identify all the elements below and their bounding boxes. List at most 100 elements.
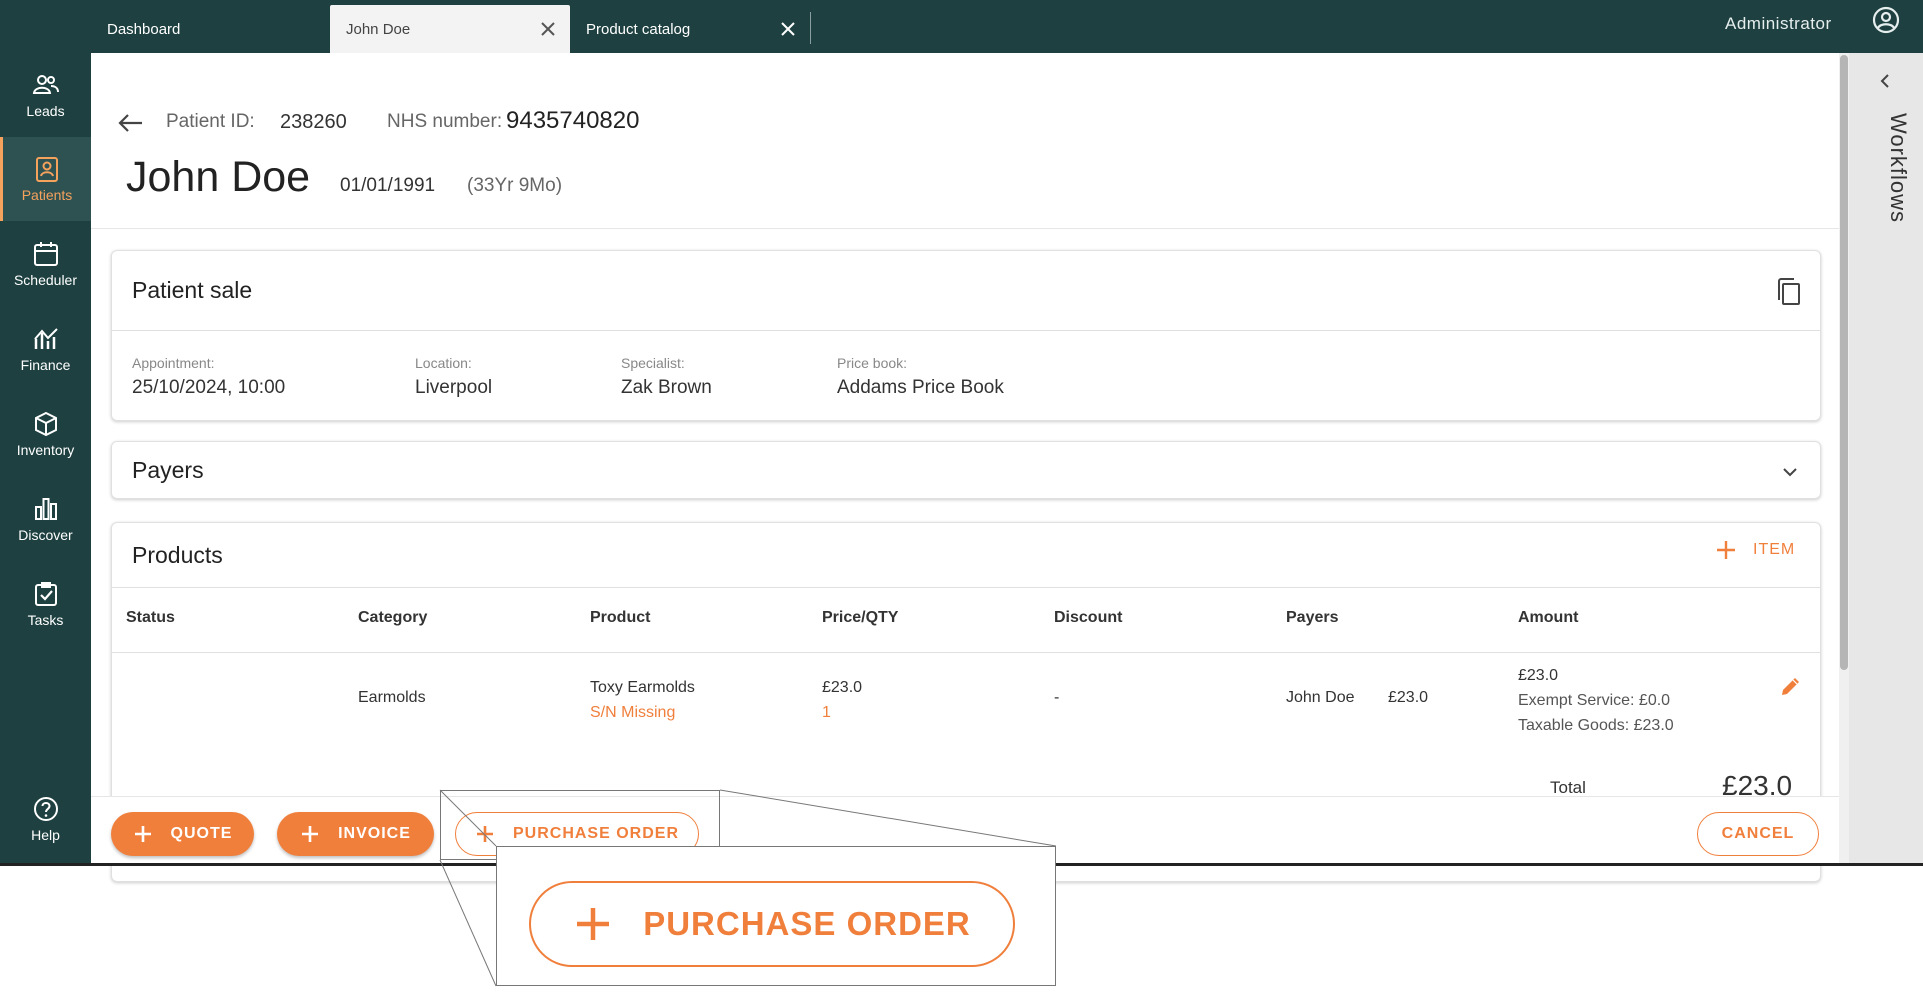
nav-item-leads[interactable]: Leads xyxy=(0,53,91,137)
tab-dashboard[interactable]: Dashboard xyxy=(91,5,330,53)
workflows-panel[interactable]: Workflows xyxy=(1849,53,1923,865)
tab-label: Dashboard xyxy=(107,20,181,38)
patient-id-label: Patient ID: xyxy=(166,111,255,132)
column-header-status: Status xyxy=(126,609,175,626)
bar-chart-icon xyxy=(34,498,57,520)
plus-icon xyxy=(134,826,151,842)
help-icon xyxy=(33,797,58,821)
row-payer: John Doe xyxy=(1286,689,1355,706)
button-label: CANCEL xyxy=(1721,825,1795,842)
nav-label: Patients xyxy=(21,187,73,203)
back-arrow-icon[interactable] xyxy=(116,111,146,135)
patient-dob: 01/01/1991 xyxy=(340,175,436,196)
nav-item-discover[interactable]: Discover xyxy=(0,477,91,561)
chevron-left-icon[interactable] xyxy=(1875,71,1895,91)
row-price: £23.0 xyxy=(822,679,863,696)
plus-icon xyxy=(302,826,319,842)
tab-product-catalog[interactable]: Product catalog xyxy=(570,5,810,53)
user-name: Administrator xyxy=(1725,14,1832,33)
nav-label: Help xyxy=(31,827,60,843)
calendar-icon xyxy=(33,242,58,266)
row-discount: - xyxy=(1054,689,1060,706)
add-item-button[interactable]: ITEM xyxy=(1715,539,1795,561)
scrollbar-thumb[interactable] xyxy=(1840,55,1848,670)
specialist-value: Zak Brown xyxy=(621,377,712,398)
nav-item-help[interactable]: Help xyxy=(0,777,91,861)
patient-age: (33Yr 9Mo) xyxy=(467,175,563,196)
nav-label: Finance xyxy=(20,357,71,373)
cancel-button[interactable]: CANCEL xyxy=(1697,812,1819,856)
row-exempt: Exempt Service: £0.0 xyxy=(1518,692,1671,709)
add-invoice-button[interactable]: INVOICE xyxy=(277,812,434,856)
zoomed-button-label: PURCHASE ORDER xyxy=(643,905,971,942)
divider xyxy=(112,652,1820,653)
specialist-label: Specialist: xyxy=(621,355,685,371)
nav-label: Inventory xyxy=(16,442,75,458)
plus-icon xyxy=(1717,541,1735,559)
zoomed-purchase-order-button: PURCHASE ORDER xyxy=(529,881,1015,967)
finance-chart-icon xyxy=(33,328,58,349)
divider xyxy=(112,330,1820,331)
close-icon[interactable] xyxy=(538,19,558,39)
workflows-label: Workflows xyxy=(1886,113,1911,224)
price-book-label: Price book: xyxy=(837,355,908,371)
column-header-discount: Discount xyxy=(1054,609,1123,626)
chevron-down-icon[interactable] xyxy=(1780,462,1800,482)
patient-sale-card: Patient sale Appointment: 25/10/2024, 10… xyxy=(111,250,1821,421)
task-check-icon xyxy=(34,582,57,606)
nav-item-inventory[interactable]: Inventory xyxy=(0,392,91,476)
card-title: Patient sale xyxy=(132,277,253,303)
row-category: Earmolds xyxy=(358,689,426,706)
patient-id-value: 238260 xyxy=(280,111,347,133)
row-payer-amount: £23.0 xyxy=(1388,689,1429,706)
account-circle-icon[interactable] xyxy=(1870,4,1902,36)
add-quote-button[interactable]: QUOTE xyxy=(111,812,254,856)
copy-icon[interactable] xyxy=(1775,277,1803,307)
column-header-amount: Amount xyxy=(1518,609,1579,626)
zoom-magnified-view: PURCHASE ORDER xyxy=(496,846,1056,986)
column-header-product: Product xyxy=(590,609,651,626)
location-label: Location: xyxy=(415,355,472,371)
payers-card[interactable]: Payers xyxy=(111,441,1821,499)
nhs-number-label: NHS number: xyxy=(387,111,503,132)
divider xyxy=(112,587,1820,588)
nav-label: Leads xyxy=(26,103,65,119)
nav-label: Tasks xyxy=(27,612,64,628)
tab-label: John Doe xyxy=(346,20,411,38)
card-title: Payers xyxy=(132,457,204,483)
nav-item-finance[interactable]: Finance xyxy=(0,307,91,391)
location-value: Liverpool xyxy=(415,377,493,398)
row-product: Toxy Earmolds xyxy=(590,679,695,696)
nav-item-tasks[interactable]: Tasks xyxy=(0,562,91,646)
row-product-note: S/N Missing xyxy=(590,704,676,721)
nav-item-scheduler[interactable]: Scheduler xyxy=(0,222,91,306)
add-item-label: ITEM xyxy=(1753,541,1796,558)
tab-divider xyxy=(810,12,811,44)
nhs-number-value: 9435740820 xyxy=(506,107,640,134)
main-content: Patient ID: 238260 NHS number: 943574082… xyxy=(91,53,1839,882)
plus-icon xyxy=(577,908,610,940)
nav-label: Scheduler xyxy=(13,272,78,288)
tab-john-doe[interactable]: John Doe xyxy=(330,5,570,53)
row-taxable: Taxable Goods: £23.0 xyxy=(1518,717,1674,734)
pencil-edit-icon[interactable] xyxy=(1779,674,1803,698)
row-qty: 1 xyxy=(822,704,831,721)
column-header-payers: Payers xyxy=(1286,609,1339,626)
patient-name: John Doe xyxy=(126,153,311,201)
top-tab-bar: Dashboard John Doe Product catalog Admin… xyxy=(0,0,1923,53)
nav-item-patients[interactable]: Patients xyxy=(0,137,91,221)
tab-label: Product catalog xyxy=(586,20,691,38)
nav-label: Discover xyxy=(18,527,73,543)
column-header-price-qty: Price/QTY xyxy=(822,609,899,626)
patient-card-icon xyxy=(36,157,58,182)
column-header-category: Category xyxy=(358,609,428,626)
close-icon[interactable] xyxy=(778,19,798,39)
left-navigation: Leads Patients Scheduler Finance Invento… xyxy=(0,53,91,865)
people-icon xyxy=(32,75,59,94)
appointment-label: Appointment: xyxy=(132,355,215,371)
card-title: Products xyxy=(132,542,223,568)
price-book-value: Addams Price Book xyxy=(837,377,1004,398)
patient-header: Patient ID: 238260 NHS number: 943574082… xyxy=(91,53,1839,229)
row-amount: £23.0 xyxy=(1518,667,1559,684)
app-root: Dashboard John Doe Product catalog Admin… xyxy=(0,0,1923,996)
